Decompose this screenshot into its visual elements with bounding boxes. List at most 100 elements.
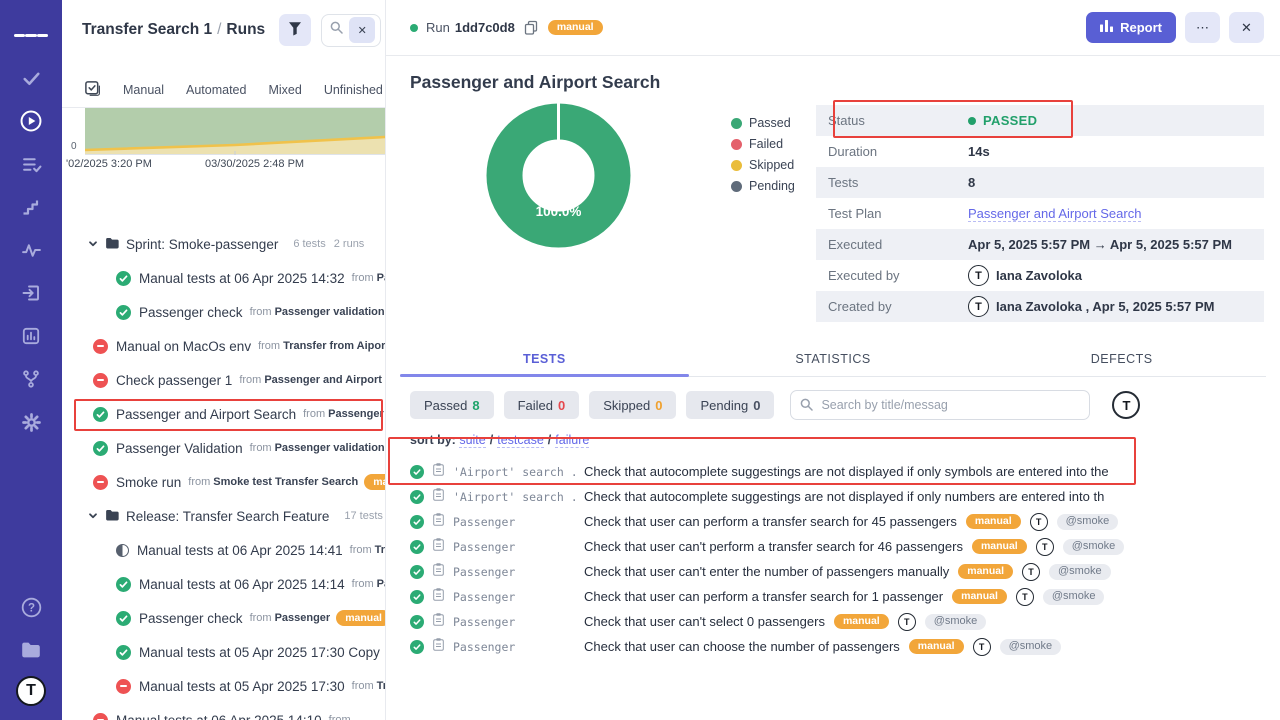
projects-folder-icon[interactable] xyxy=(14,633,48,667)
failed-status-icon xyxy=(93,373,108,388)
info-row-tests: Tests 8 xyxy=(816,167,1264,198)
clear-search-button[interactable]: ✕ xyxy=(349,17,375,43)
suite-name: Passenger xyxy=(453,515,575,529)
branches-icon[interactable] xyxy=(14,362,48,396)
folder-tree-item[interactable]: Release: Transfer Search Feature 17 test… xyxy=(62,499,385,533)
manual-badge: manual xyxy=(909,639,964,655)
run-tree-item[interactable]: Manual tests at 06 Apr 2025 14:14 fromPa… xyxy=(62,567,385,601)
runs-play-icon[interactable] xyxy=(14,104,48,138)
run-title: Manual tests at 06 Apr 2025 14:32 xyxy=(139,271,345,286)
info-row-created-by: Created by TIana Zavoloka , Apr 5, 2025 … xyxy=(816,291,1264,322)
chevron-down-icon[interactable] xyxy=(88,511,98,521)
funnel-icon xyxy=(288,21,302,39)
milestones-steps-icon[interactable] xyxy=(14,190,48,224)
sort-by-suite-link[interactable]: suite xyxy=(459,433,485,448)
run-tree-item[interactable]: Manual tests at 06 Apr 2025 14:10 from xyxy=(62,703,385,720)
avatar: T xyxy=(898,613,916,631)
passed-status-icon xyxy=(116,611,131,626)
passed-legend-dot xyxy=(731,118,742,129)
test-row[interactable]: Passenger Check that user can't enter th… xyxy=(410,559,1280,584)
user-avatar[interactable]: T xyxy=(16,676,46,706)
test-plans-icon[interactable] xyxy=(14,147,48,181)
avatar: T xyxy=(1030,513,1048,531)
test-title: Check that user can choose the number of… xyxy=(584,639,900,654)
settings-gear-icon[interactable] xyxy=(14,405,48,439)
filter-skipped-button[interactable]: Skipped0 xyxy=(589,391,676,419)
folder-icon xyxy=(105,508,120,525)
tag-chip: @smoke xyxy=(1043,589,1105,605)
run-tree-item[interactable]: Manual tests at 06 Apr 2025 14:41 fromTr… xyxy=(62,533,385,567)
tab-statistics[interactable]: STATISTICS xyxy=(689,344,978,376)
filter-pending-button[interactable]: Pending0 xyxy=(686,391,774,419)
info-row-status: Status PASSED xyxy=(816,105,1264,136)
passed-status-icon xyxy=(93,407,108,422)
run-tree-item[interactable]: Smoke run fromSmoke test Transfer Search… xyxy=(62,465,385,499)
sort-by-testcase-link[interactable]: testcase xyxy=(497,433,544,448)
filter-passed-button[interactable]: Passed8 xyxy=(410,391,494,419)
runs-search-input[interactable]: ✕ xyxy=(321,14,381,47)
test-row[interactable]: Passenger Check that user can perform a … xyxy=(410,584,1280,609)
run-label: Run xyxy=(426,20,450,35)
suite-name: Passenger xyxy=(453,615,575,629)
activity-pulse-icon[interactable] xyxy=(14,233,48,267)
search-tests-input[interactable] xyxy=(790,390,1090,420)
more-options-button[interactable]: ⋯ xyxy=(1185,12,1220,43)
passed-status-icon xyxy=(93,441,108,456)
run-tree-item[interactable]: Manual tests at 06 Apr 2025 14:32 fromPa… xyxy=(62,261,385,295)
passed-status-icon xyxy=(116,645,131,660)
legend-label: Skipped xyxy=(749,158,794,172)
failed-status-icon xyxy=(93,475,108,490)
runs-side-panel: Transfer Search 1/Runs ✕ Manual Automate… xyxy=(62,0,386,720)
passed-status-icon xyxy=(116,271,131,286)
test-title: Check that user can't enter the number o… xyxy=(584,564,949,579)
test-plan-link[interactable]: Passenger and Airport Search xyxy=(968,206,1141,222)
run-tree-item[interactable]: Manual tests at 05 Apr 2025 17:30 fromTr… xyxy=(62,669,385,703)
copy-icon[interactable] xyxy=(524,20,538,35)
tab-mixed[interactable]: Mixed xyxy=(268,83,301,97)
search-icon xyxy=(330,21,343,39)
suite-name: Passenger xyxy=(453,640,575,654)
reports-chart-icon[interactable] xyxy=(14,319,48,353)
test-row[interactable]: 'Airport' search ... Check that autocomp… xyxy=(410,459,1280,484)
tab-defects[interactable]: DEFECTS xyxy=(977,344,1266,376)
test-title: Check that user can perform a transfer s… xyxy=(584,514,957,529)
clipboard-icon xyxy=(433,463,444,481)
runs-trend-chart: 0 '02/2025 3:20 PM 03/30/2025 2:48 PM xyxy=(62,108,385,170)
run-tree-item[interactable]: Manual tests at 05 Apr 2025 17:30 Copy f… xyxy=(62,635,385,669)
test-row[interactable]: Passenger Check that user can't perform … xyxy=(410,534,1280,559)
report-button[interactable]: Report xyxy=(1086,12,1176,43)
select-runs-icon[interactable] xyxy=(84,80,101,100)
help-icon[interactable]: ? xyxy=(14,590,48,624)
tab-unfinished[interactable]: Unfinished xyxy=(324,83,383,97)
filter-failed-button[interactable]: Failed0 xyxy=(504,391,580,419)
run-tree-item[interactable]: Passenger check fromPassenger validation… xyxy=(62,295,385,329)
run-title: Manual tests at 06 Apr 2025 14:41 xyxy=(137,543,343,558)
breadcrumb-project[interactable]: Transfer Search 1 xyxy=(82,21,212,38)
menu-icon[interactable] xyxy=(14,18,48,52)
run-tree-item[interactable]: Passenger Validation fromPassenger valid… xyxy=(62,431,385,465)
test-row[interactable]: Passenger Check that user can choose the… xyxy=(410,634,1280,659)
run-tree-item[interactable]: Check passenger 1 fromPassenger and Airp… xyxy=(62,363,385,397)
tab-manual[interactable]: Manual xyxy=(123,83,164,97)
failed-status-icon xyxy=(93,713,108,720)
test-row[interactable]: Passenger Check that user can perform a … xyxy=(410,509,1280,534)
tests-check-icon[interactable] xyxy=(14,61,48,95)
chevron-down-icon[interactable] xyxy=(88,239,98,249)
run-tree-item-selected[interactable]: Passenger and Airport Search fromPasseng… xyxy=(62,397,385,431)
folder-tree-item[interactable]: Sprint: Smoke-passenger 6 tests2 runs xyxy=(62,227,385,261)
clipboard-icon xyxy=(433,638,444,656)
close-button[interactable]: ✕ xyxy=(1229,12,1264,43)
sort-by-failure-link[interactable]: failure xyxy=(555,433,589,448)
suite-name: Passenger xyxy=(453,590,575,604)
failed-status-icon xyxy=(93,339,108,354)
folder-title: Sprint: Smoke-passenger xyxy=(126,237,278,252)
assignee-filter-avatar[interactable]: T xyxy=(1112,391,1140,419)
test-row[interactable]: Passenger Check that user can't select 0… xyxy=(410,609,1280,634)
run-tree-item[interactable]: Manual on MacOs env fromTransfer from Ai… xyxy=(62,329,385,363)
import-icon[interactable] xyxy=(14,276,48,310)
tab-tests[interactable]: TESTS xyxy=(400,344,689,376)
tab-automated[interactable]: Automated xyxy=(186,83,246,97)
filter-button[interactable] xyxy=(279,14,311,46)
test-row[interactable]: 'Airport' search ... Check that autocomp… xyxy=(410,484,1280,509)
run-tree-item[interactable]: Passenger check fromPassenger manual 6 xyxy=(62,601,385,635)
